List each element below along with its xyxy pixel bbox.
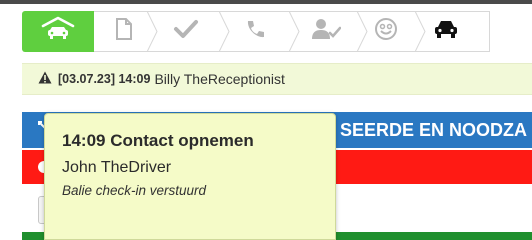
banner-title: SEERDE EN NOODZA bbox=[340, 120, 528, 140]
progress-steps bbox=[22, 11, 490, 52]
history-notice: [03.07.23] 14:09 Billy TheReceptionist bbox=[22, 63, 532, 95]
car-garage-icon bbox=[41, 16, 75, 47]
step-separator bbox=[146, 11, 158, 52]
car-icon bbox=[433, 19, 459, 44]
event-tooltip: 14:09 Contact opnemen John TheDriver Bal… bbox=[44, 113, 336, 240]
step-arrival[interactable] bbox=[22, 11, 104, 52]
tooltip-note: Balie check-in verstuurd bbox=[62, 183, 207, 198]
steps-end-border bbox=[489, 11, 490, 52]
step-car[interactable] bbox=[418, 11, 474, 52]
top-border bbox=[0, 0, 532, 4]
phone-icon bbox=[244, 17, 268, 46]
warning-icon bbox=[38, 71, 52, 87]
step-check[interactable] bbox=[158, 11, 214, 52]
document-icon bbox=[115, 18, 133, 45]
step-phone[interactable] bbox=[228, 11, 284, 52]
tooltip-name: John TheDriver bbox=[62, 159, 172, 176]
step-user-check[interactable] bbox=[298, 11, 354, 52]
smiley-icon bbox=[374, 17, 398, 46]
user-check-icon bbox=[311, 18, 342, 45]
notice-timestamp: [03.07.23] 14:09 bbox=[58, 72, 151, 86]
step-document[interactable] bbox=[96, 11, 152, 52]
step-smiley[interactable] bbox=[358, 11, 414, 52]
notice-author: Billy TheReceptionist bbox=[154, 71, 285, 87]
tooltip-title: 14:09 Contact opnemen bbox=[62, 131, 254, 150]
checkmark-icon bbox=[173, 19, 199, 44]
